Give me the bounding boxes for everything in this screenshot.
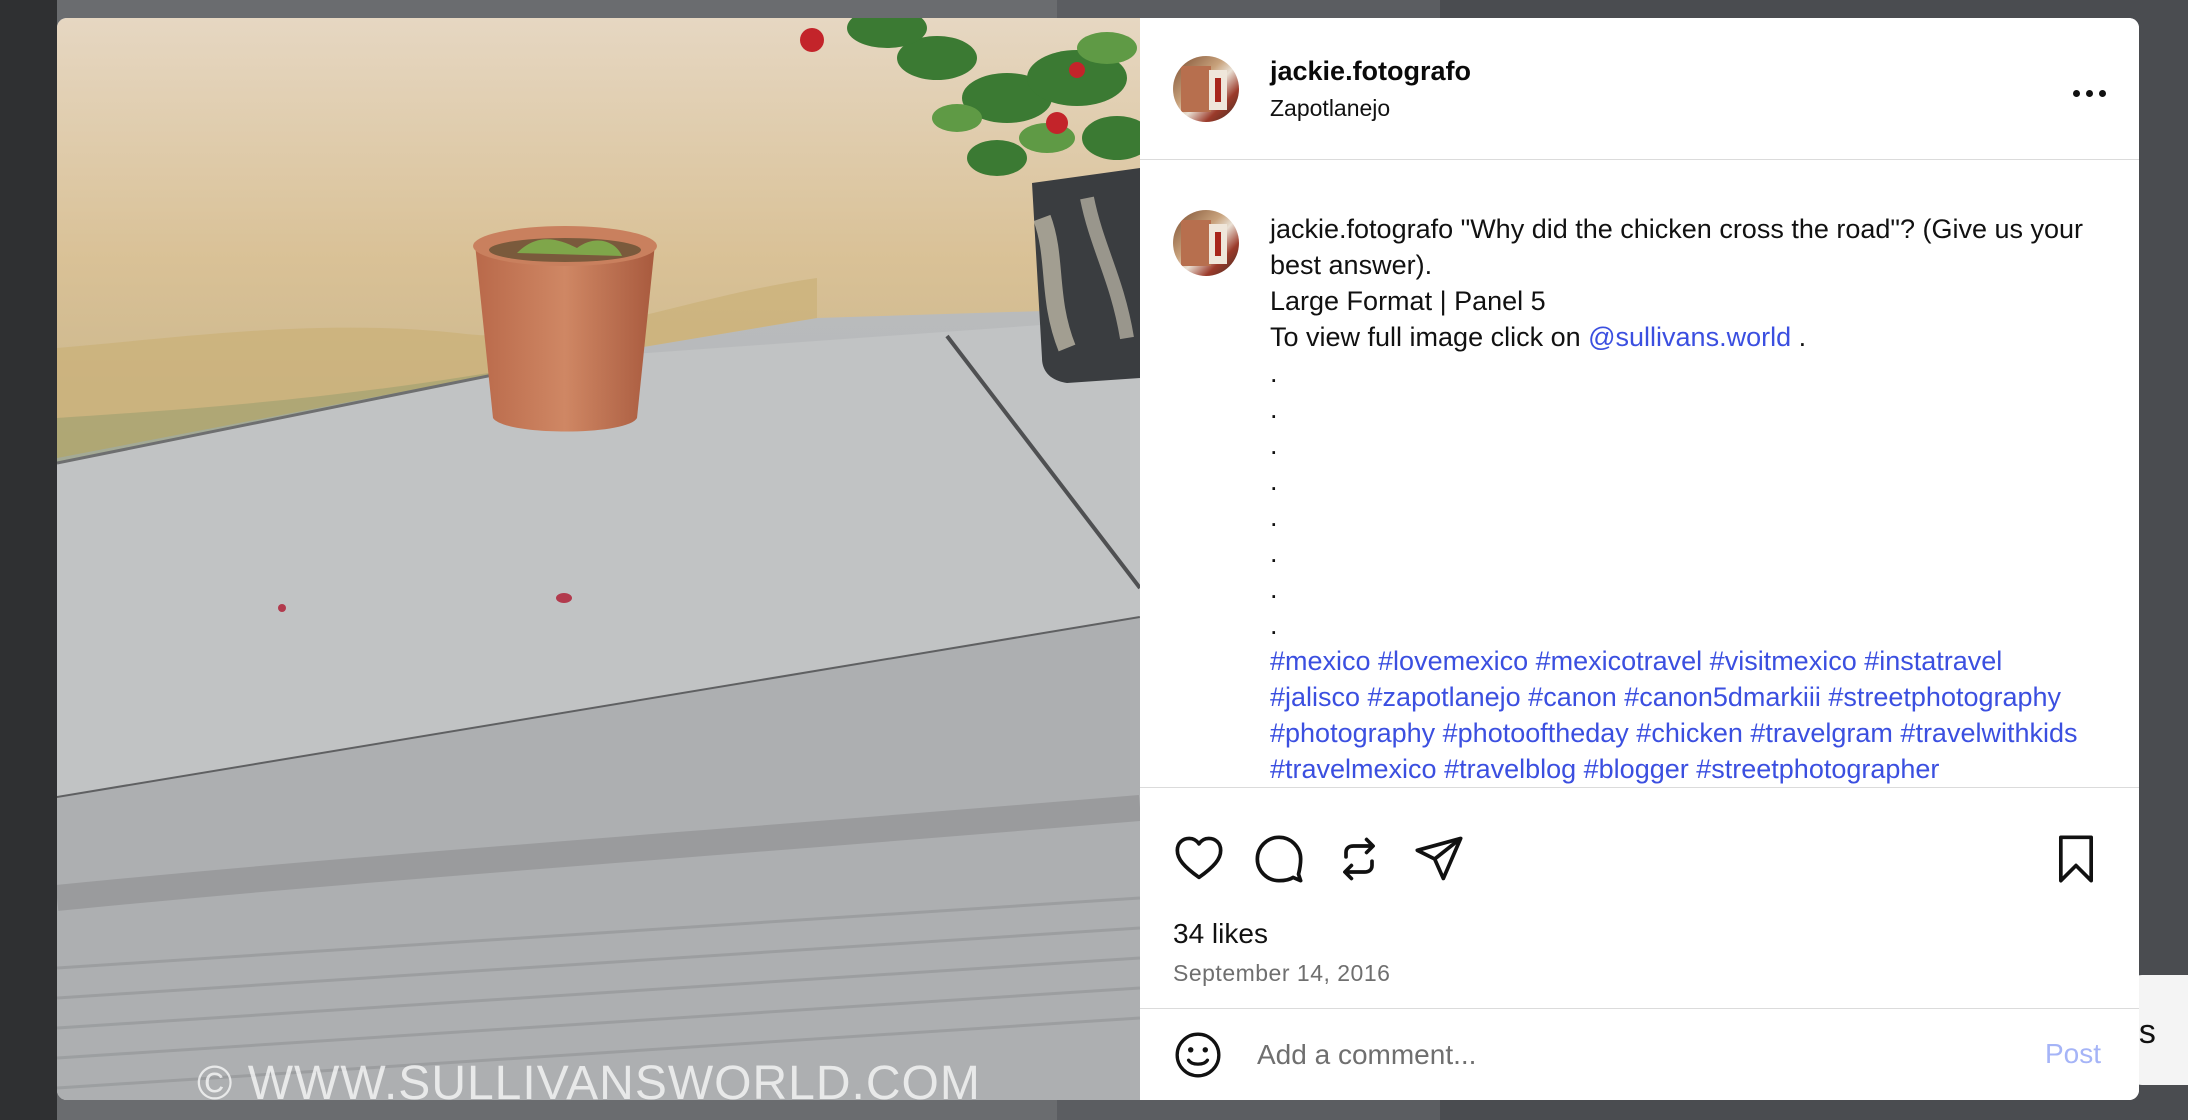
hashtags[interactable]: #mexico #lovemexico #mexicotravel #visit… [1270,643,2090,787]
caption-dot: . [1270,574,1278,604]
image-watermark: © WWW.SULLIVANSWORLD.COM [197,1057,981,1100]
caption-dot: . [1270,538,1278,568]
caption: jackie.fotografo "Why did the chicken cr… [1270,211,2090,787]
post-modal: © WWW.SULLIVANSWORLD.COM jackie.fotograf… [57,18,2139,1100]
avatar[interactable] [1173,56,1239,122]
emoji-icon[interactable] [1173,1030,1223,1080]
post-date[interactable]: September 14, 2016 [1173,960,1390,987]
share-icon[interactable] [1413,833,1465,885]
heart-icon[interactable] [1173,833,1225,885]
mention-link[interactable]: @sullivans.world [1588,322,1791,352]
caption-dot: . [1270,394,1278,424]
post-comment-button[interactable]: Post [2045,1038,2101,1070]
more-options-icon[interactable] [2073,90,2107,100]
caption-dot: . [1270,610,1278,640]
caption-dot: . [1270,358,1278,388]
bookmark-icon[interactable] [2050,833,2102,885]
post-location[interactable]: Zapotlanejo [1270,95,1390,122]
caption-area[interactable]: jackie.fotografo "Why did the chicken cr… [1140,159,2139,787]
comment-row: Post [1140,1008,2139,1100]
post-photo [57,18,1140,1100]
likes-count[interactable]: 34 likes [1173,918,1268,950]
comment-icon[interactable] [1253,833,1305,885]
backdrop-left [0,0,57,1120]
post-image[interactable]: © WWW.SULLIVANSWORLD.COM [57,18,1140,1100]
caption-line-3: To view full image click on [1270,322,1589,352]
post-header: jackie.fotografo Zapotlanejo [1140,18,2139,160]
comment-input[interactable] [1255,1030,1909,1080]
repost-icon[interactable] [1333,833,1385,885]
caption-line-3-end: . [1791,322,1807,352]
post-side-panel: jackie.fotografo Zapotlanejo jackie.foto… [1140,18,2139,1100]
caption-avatar[interactable] [1173,210,1239,276]
caption-username[interactable]: jackie.fotografo [1270,214,1453,244]
caption-dot: . [1270,502,1278,532]
action-bar: 34 likes September 14, 2016 [1140,787,2139,1009]
caption-dot: . [1270,466,1278,496]
post-username[interactable]: jackie.fotografo [1270,56,1471,87]
caption-dot: . [1270,430,1278,460]
caption-line-2: Large Format | Panel 5 [1270,286,1546,316]
